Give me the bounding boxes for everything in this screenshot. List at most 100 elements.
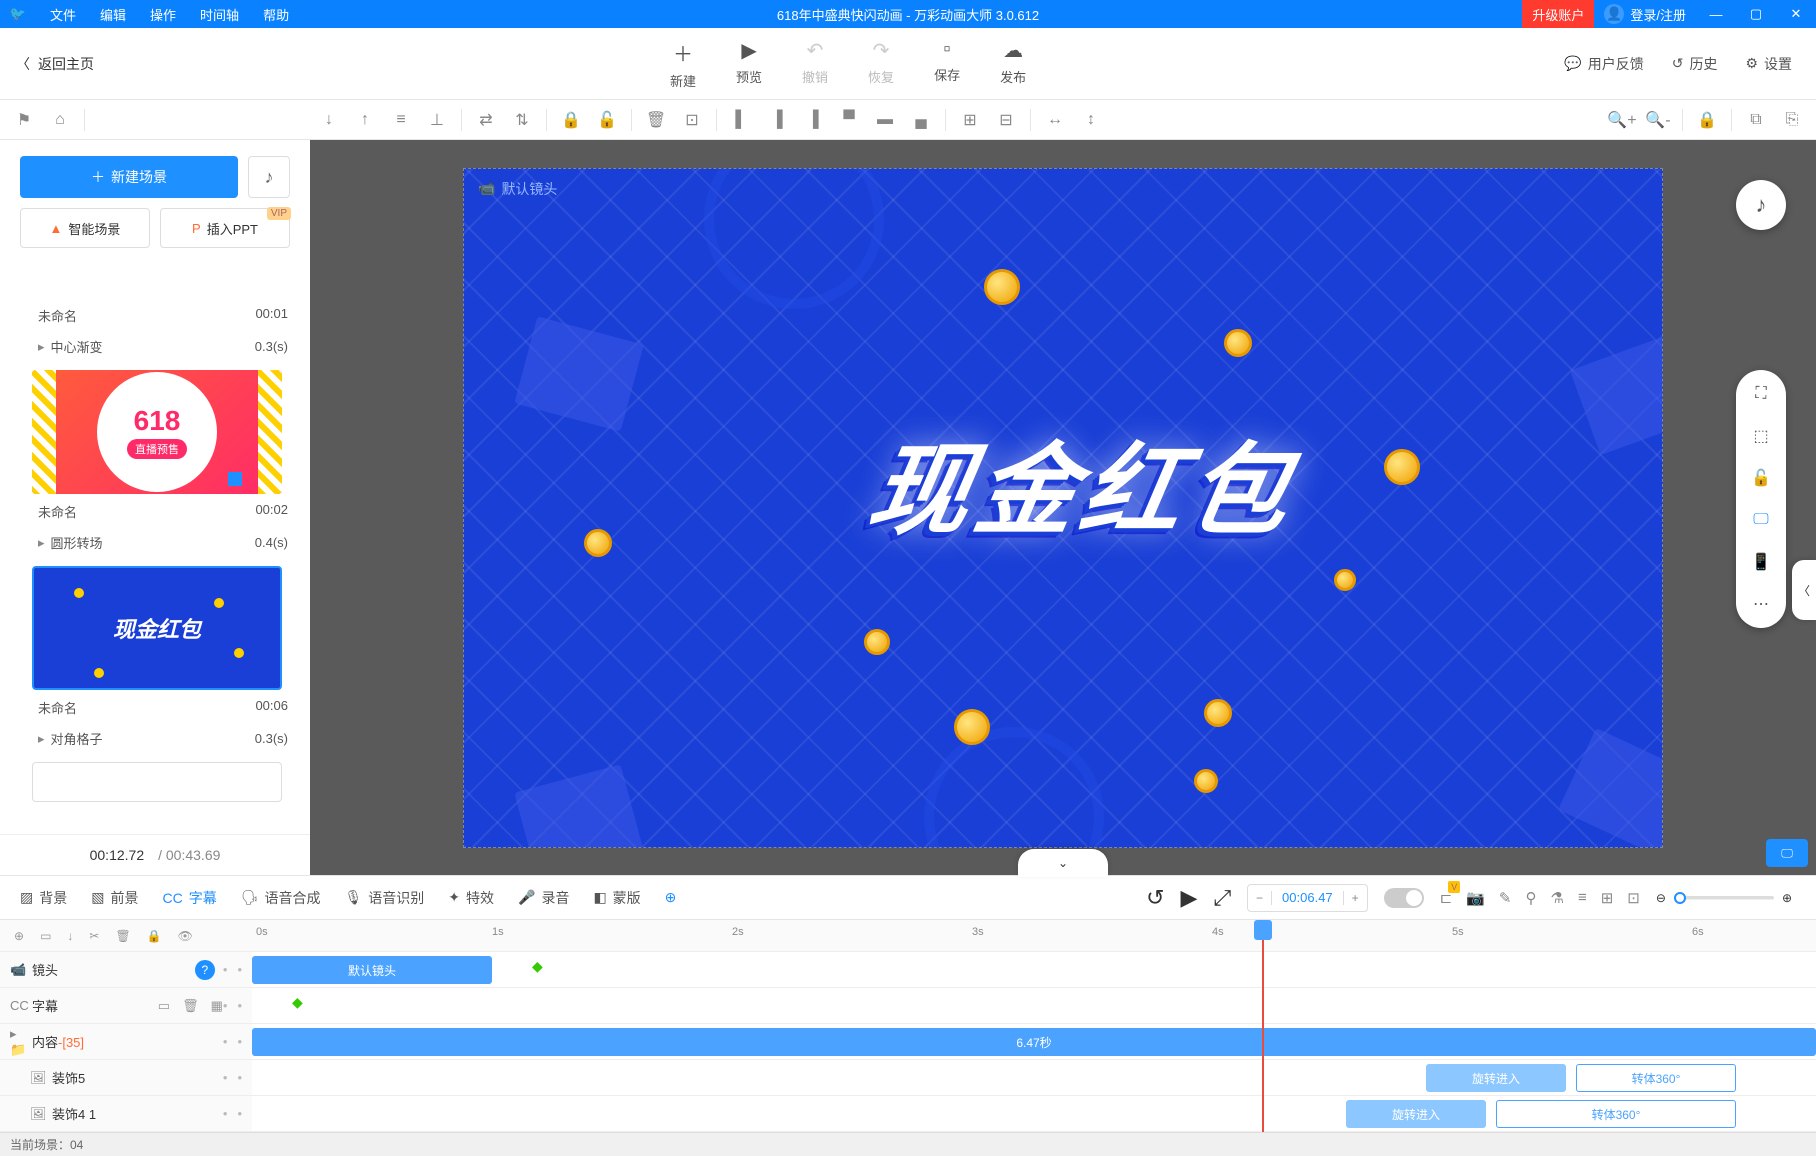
tool1-icon[interactable]: ⊏: [1440, 889, 1453, 907]
screen-mode-badge[interactable]: 🖵: [1766, 839, 1808, 867]
align-vtop-icon[interactable]: ▀: [831, 102, 867, 138]
minimize-button[interactable]: —: [1696, 0, 1736, 28]
scene-transition[interactable]: 对角格子: [51, 729, 103, 748]
track-row-camera[interactable]: 默认镜头 ◆: [252, 952, 1816, 988]
align-right-icon[interactable]: ▐: [795, 102, 831, 138]
track-row-subtitle[interactable]: ◆: [252, 988, 1816, 1024]
track-dec5[interactable]: 🖼装饰5••: [0, 1060, 252, 1096]
right-panel-toggle[interactable]: 〈: [1792, 560, 1816, 620]
flip-v-icon[interactable]: ⇅: [504, 102, 540, 138]
menu-timeline[interactable]: 时间轴: [188, 5, 251, 24]
format-paint-icon[interactable]: ⚑: [6, 102, 42, 138]
paste-icon[interactable]: ⎘: [1774, 102, 1810, 138]
upgrade-button[interactable]: 升级账户: [1522, 0, 1594, 28]
trash-icon[interactable]: 🗑: [115, 929, 130, 943]
time-plus[interactable]: +: [1343, 891, 1367, 905]
track-area[interactable]: 0s 1s 2s 3s 4s 5s 6s 默认镜头 ◆ ◆ 6.47秒 旋转进入: [252, 920, 1816, 1132]
ext-icon[interactable]: 🗑: [182, 998, 199, 1014]
zoom-in-icon[interactable]: 🔍+: [1604, 102, 1640, 138]
track-content[interactable]: ▸📁内容-[35]••: [0, 1024, 252, 1060]
tab-fx[interactable]: ✦特效: [448, 888, 494, 908]
help-icon[interactable]: ?: [195, 960, 215, 980]
fullscreen-icon[interactable]: ⛶: [1745, 382, 1777, 406]
flip-h-icon[interactable]: ⇄: [468, 102, 504, 138]
music-fab[interactable]: ♪: [1736, 180, 1786, 230]
edit-icon[interactable]: ✎: [1499, 889, 1512, 907]
clip-content[interactable]: 6.47秒: [252, 1028, 1816, 1056]
scene-item[interactable]: [16, 762, 294, 802]
home-icon[interactable]: ⌂: [42, 102, 78, 138]
dot[interactable]: •: [237, 1106, 242, 1121]
feedback-button[interactable]: 💬用户反馈: [1564, 54, 1643, 74]
align-vbot-icon[interactable]: ▄: [903, 102, 939, 138]
time-minus[interactable]: −: [1248, 891, 1272, 905]
tab-asr[interactable]: 🎙语音识别: [344, 888, 424, 908]
more-icon[interactable]: ⋯: [1745, 592, 1777, 616]
folder-icon[interactable]: ▭: [40, 929, 51, 943]
keyframe-marker[interactable]: ◆: [292, 994, 303, 1011]
align-bottom-icon[interactable]: ↓: [311, 102, 347, 138]
dot[interactable]: •: [237, 1070, 242, 1085]
dist-h-icon[interactable]: ⊞: [952, 102, 988, 138]
ext-icon[interactable]: ▦: [211, 998, 223, 1014]
scene-thumb[interactable]: [32, 762, 282, 802]
unlock-icon[interactable]: 🔓: [589, 102, 625, 138]
new-button[interactable]: ＋新建: [670, 38, 696, 90]
track-subtitle[interactable]: CC字幕▭🗑▦••: [0, 988, 252, 1024]
canvas-area[interactable]: 📹默认镜头 现金红包 ♪ ⛶ ⬚ 🔓 🖵 📱 ⋯ 〈 ⌄ 🖵: [310, 140, 1816, 875]
zoom-plus-icon[interactable]: ⊕: [1782, 891, 1792, 905]
menu-action[interactable]: 操作: [138, 5, 188, 24]
clip-rotin[interactable]: 旋转进入: [1426, 1064, 1566, 1092]
dot[interactable]: •: [237, 962, 242, 977]
align-vmid-icon[interactable]: ▬: [867, 102, 903, 138]
ext-icon[interactable]: ▭: [158, 998, 170, 1014]
dot[interactable]: •: [223, 962, 228, 977]
scene-item[interactable]: 03 618直播预售 未命名00:02 ▸圆形转场0.4(s): [16, 370, 294, 560]
lock-icon[interactable]: 🔒: [553, 102, 589, 138]
redo-button[interactable]: ↷恢复: [868, 38, 894, 90]
rewind-button[interactable]: ↺: [1146, 885, 1164, 911]
dot[interactable]: •: [223, 1106, 228, 1121]
trash-icon[interactable]: 🗑: [638, 102, 674, 138]
scene-list[interactable]: 未命名00:01 ▸中心渐变0.3(s) 03 618直播预售 未命名00:02…: [0, 258, 310, 834]
align-baseline-icon[interactable]: ⊥: [419, 102, 455, 138]
insert-ppt-button[interactable]: P插入PPTVIP: [160, 208, 290, 248]
canvas-main-text[interactable]: 现金红包: [859, 408, 1309, 553]
publish-button[interactable]: ☁发布: [1000, 38, 1026, 90]
dot[interactable]: •: [223, 998, 228, 1013]
scene-thumb[interactable]: 现金红包: [32, 566, 282, 690]
clip-rot360[interactable]: 转体360°: [1496, 1100, 1736, 1128]
menu-help[interactable]: 帮助: [251, 5, 301, 24]
play-button[interactable]: ▶: [1181, 885, 1198, 911]
close-button[interactable]: ✕: [1776, 0, 1816, 28]
align-center-icon[interactable]: ▐: [759, 102, 795, 138]
music-button[interactable]: ♪: [248, 156, 290, 198]
menu-file[interactable]: 文件: [38, 5, 88, 24]
track-row-dec41[interactable]: 旋转进入 转体360°: [252, 1096, 1816, 1132]
history-button[interactable]: ↺历史: [1672, 54, 1718, 74]
tab-bg[interactable]: ▨背景: [20, 888, 67, 908]
dot[interactable]: •: [237, 998, 242, 1013]
toggle-switch[interactable]: [1384, 888, 1424, 908]
save-button[interactable]: ▫保存: [934, 38, 960, 90]
list-icon[interactable]: ≡: [1578, 889, 1587, 907]
dot[interactable]: •: [237, 1034, 242, 1049]
download-icon[interactable]: ↓: [67, 929, 73, 943]
clip-default-cam[interactable]: 默认镜头: [252, 956, 492, 984]
add-track-icon[interactable]: ⊕: [14, 929, 24, 943]
back-home-button[interactable]: 〈 返回主页: [0, 54, 310, 74]
zoom-out-icon[interactable]: 🔍-: [1640, 102, 1676, 138]
zoom-minus-icon[interactable]: ⊖: [1656, 891, 1666, 905]
clip-rot360[interactable]: 转体360°: [1576, 1064, 1736, 1092]
tab-fg[interactable]: ▧前景: [91, 888, 138, 908]
anchor-icon[interactable]: ⚲: [1526, 889, 1537, 907]
canvas[interactable]: 📹默认镜头 现金红包: [463, 168, 1663, 848]
scene-item[interactable]: 未命名00:01 ▸中心渐变0.3(s): [16, 258, 294, 364]
scene-item-selected[interactable]: 04 现金红包 未命名00:06 ▸对角格子0.3(s): [16, 566, 294, 756]
playhead[interactable]: [1262, 920, 1264, 1132]
scene-thumb[interactable]: 618直播预售: [32, 370, 282, 494]
settings-button[interactable]: ⚙设置: [1745, 54, 1792, 74]
scene-thumb[interactable]: [32, 258, 282, 298]
track-camera[interactable]: 📹镜头?••: [0, 952, 252, 988]
dot[interactable]: •: [223, 1070, 228, 1085]
